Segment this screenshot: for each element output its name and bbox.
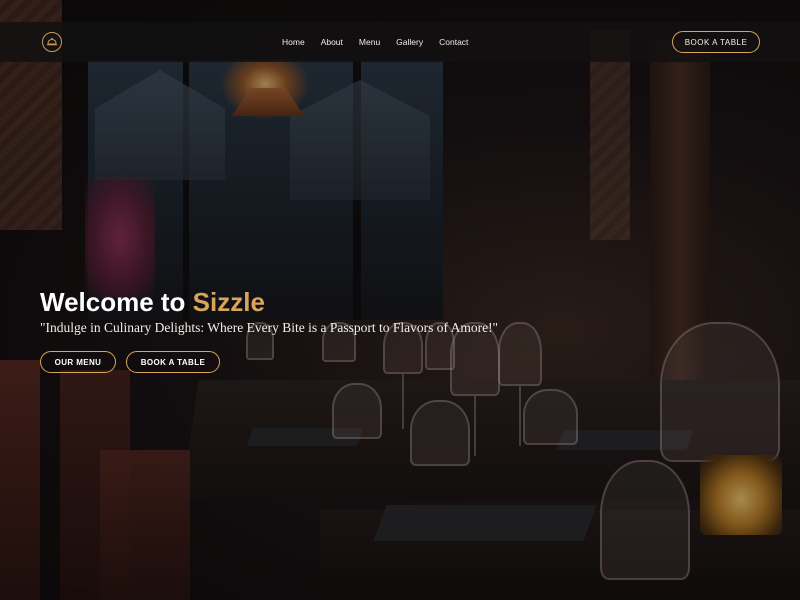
our-menu-button[interactable]: OUR MENU (40, 351, 116, 373)
hero-title: Welcome to Sizzle (40, 287, 265, 318)
book-table-button-hero[interactable]: BOOK A TABLE (126, 351, 220, 373)
nav-link-contact[interactable]: Contact (439, 37, 468, 47)
nav-link-menu[interactable]: Menu (359, 37, 380, 47)
nav-links: Home About Menu Gallery Contact (282, 22, 484, 62)
cloche-icon[interactable] (42, 32, 62, 52)
cloche-icon-graphic (47, 37, 57, 46)
nav-link-gallery[interactable]: Gallery (396, 37, 423, 47)
nav-link-about[interactable]: About (321, 37, 343, 47)
top-navbar: Home About Menu Gallery Contact BOOK A T… (0, 22, 800, 62)
brand-name: Sizzle (192, 287, 265, 317)
hero-subtitle: "Indulge in Culinary Delights: Where Eve… (40, 320, 499, 335)
book-table-button-nav[interactable]: BOOK A TABLE (672, 31, 760, 53)
nav-link-home[interactable]: Home (282, 37, 305, 47)
hero-title-prefix: Welcome to (40, 287, 193, 317)
